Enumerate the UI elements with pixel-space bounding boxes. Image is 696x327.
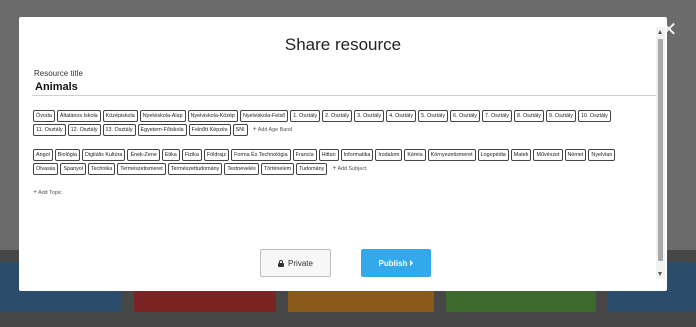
publish-button[interactable]: Publish (361, 249, 431, 277)
scrollbar-thumb[interactable] (658, 39, 663, 261)
share-resource-modal: Share resource Resource title ÓvodaÁltal… (19, 17, 667, 291)
age-band-tag[interactable]: 2. Osztály (322, 110, 353, 122)
modal-title: Share resource (284, 35, 402, 54)
subject-tag[interactable]: Művészet (533, 149, 563, 161)
subject-tag[interactable]: Logopédia (477, 149, 509, 161)
age-band-tag[interactable]: Felnőtt Képzés (188, 124, 231, 136)
caret-right-icon (410, 260, 414, 266)
add-subject-link-label: Add Subject (337, 166, 367, 172)
age-band-list: Óvoda Általános Iskola Középiskola Nyelvisk… (33, 110, 639, 136)
add-age-band-link[interactable]: +Add Age Band (250, 124, 296, 136)
age-band-tag[interactable]: Óvoda (33, 110, 55, 122)
age-band-tag[interactable]: 7. Osztály (482, 110, 512, 122)
subject-tag[interactable]: Testnevelés (224, 163, 259, 175)
subject-tag[interactable]: Tudomány (296, 163, 328, 175)
age-band-tag[interactable]: 8. Osztály (513, 110, 544, 122)
age-band-tag[interactable]: 10. Osztály (577, 110, 611, 122)
age-band-tag[interactable]: 13. Osztály (102, 124, 136, 136)
scroll-down-arrow-icon[interactable] (658, 272, 662, 276)
subject-tag[interactable]: Etika (161, 149, 180, 161)
subject-tag[interactable]: Fizika (181, 149, 202, 161)
subject-tag[interactable]: Kémia (404, 149, 426, 161)
age-band-tag[interactable]: 11. Osztály (33, 124, 66, 136)
private-button[interactable]: Private (260, 249, 331, 277)
add-topic-link[interactable]: +Add Topic (33, 189, 62, 196)
subject-tag[interactable]: Nyelvtan (588, 149, 616, 161)
age-band-tag[interactable]: 4. Osztály (386, 110, 417, 122)
age-band-tag[interactable]: Egyetem-Főiskola (137, 124, 187, 136)
private-button-label: Private (288, 258, 313, 268)
subject-list: Angol Biológia Digitális Kultúra Ének-Zene E… (33, 149, 639, 175)
subject-tag[interactable]: Hittan (318, 149, 339, 161)
publish-button-label: Publish (378, 258, 408, 268)
subject-tag[interactable]: Spanyol (60, 163, 86, 175)
subject-tag[interactable]: Környezetismeret (427, 149, 476, 161)
resource-title-label: Resource title (34, 69, 83, 78)
age-band-tag[interactable]: 6. Osztály (450, 110, 480, 122)
subject-tag[interactable]: Technika (87, 163, 116, 175)
age-band-tag[interactable]: 1. Osztály (290, 110, 321, 122)
subject-tag[interactable]: Angol (33, 149, 53, 161)
scroll-up-arrow-icon[interactable] (658, 30, 662, 34)
subject-tag[interactable]: Német (564, 149, 587, 161)
resource-title-input[interactable] (32, 79, 661, 96)
age-band-tag[interactable]: SNI (232, 124, 248, 136)
subject-tag[interactable]: Ének-Zene (127, 149, 160, 161)
subject-tag[interactable]: Digitális Kultúra (81, 149, 126, 161)
plus-icon: + (33, 189, 38, 196)
age-band-tag[interactable]: Középiskola (102, 110, 138, 122)
age-band-tag[interactable]: 3. Osztály (354, 110, 385, 122)
age-band-tag[interactable]: Általános Iskola (56, 110, 101, 122)
plus-icon: + (252, 126, 257, 133)
subject-tag[interactable]: Informatika (340, 149, 374, 161)
subject-tag[interactable]: Matek (510, 149, 532, 161)
plus-icon: + (332, 165, 337, 172)
lock-icon (278, 259, 285, 267)
add-subject-link[interactable]: +Add Subject (329, 163, 369, 175)
modal-scrollbar[interactable] (656, 27, 665, 279)
age-band-tag[interactable]: Nyelviskola-Közép (187, 110, 238, 122)
age-band-tag[interactable]: Nyelviskola-Felső (239, 110, 289, 122)
age-band-tag[interactable]: 12. Osztály (67, 124, 101, 136)
age-band-tag[interactable]: Nyelviskola-Alap (139, 110, 186, 122)
subject-tag[interactable]: Irodalom (375, 149, 403, 161)
age-band-tag[interactable]: 5. Osztály (418, 110, 449, 122)
add-topic-label: Add Topic (38, 190, 62, 196)
subject-tag[interactable]: Olvasás (33, 163, 59, 175)
subject-tag[interactable]: Természettudomány (167, 163, 223, 175)
subject-tag[interactable]: Francia (292, 149, 317, 161)
age-band-tag[interactable]: 9. Osztály (545, 110, 576, 122)
add-age-band-link-label: Add Age Band (257, 127, 293, 133)
subject-tag[interactable]: Forma És Technológia (231, 149, 291, 161)
subject-tag[interactable]: Földrajz (203, 149, 230, 161)
subject-tag[interactable]: Természetismeret (117, 163, 166, 175)
subject-tag[interactable]: Történelem (260, 163, 295, 175)
subject-tag[interactable]: Biológia (54, 149, 80, 161)
